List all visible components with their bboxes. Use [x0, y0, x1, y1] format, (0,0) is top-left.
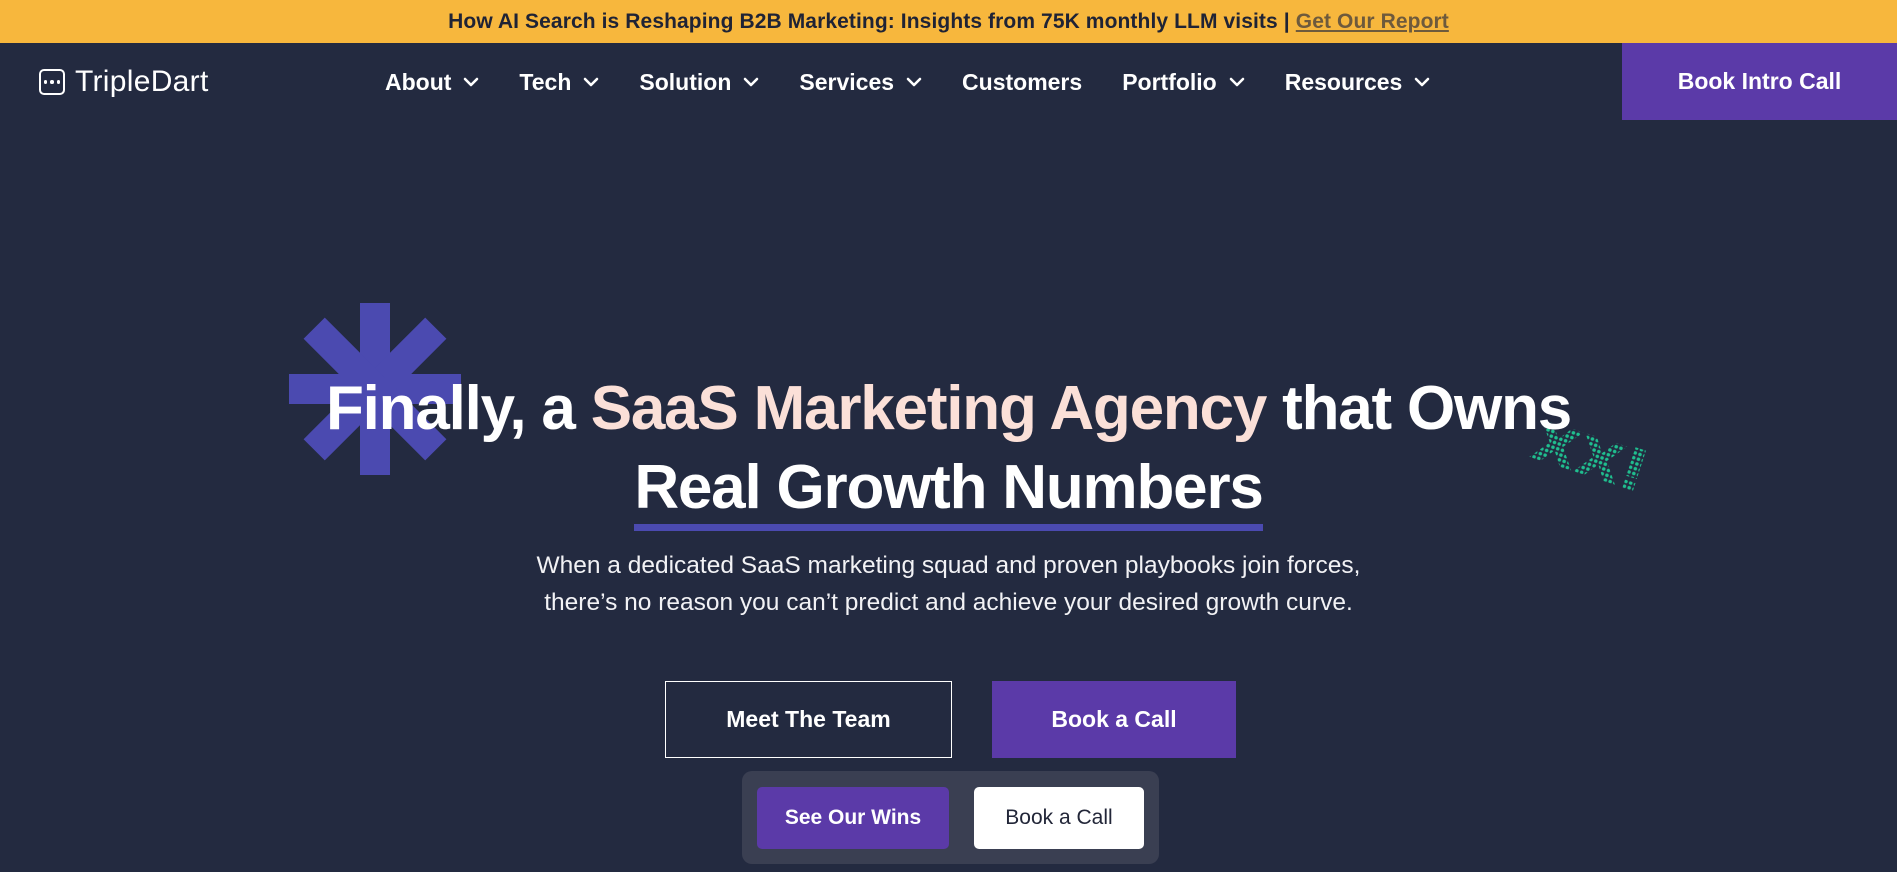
book-intro-call-button[interactable]: Book Intro Call [1622, 43, 1897, 120]
floating-cta-bar: See Our Wins Book a Call [742, 771, 1159, 864]
hero-title-line-2: Real Growth Numbers [0, 449, 1897, 531]
nav-item-about[interactable]: About [385, 69, 479, 96]
nav-item-services[interactable]: Services [799, 69, 922, 96]
chevron-down-icon [584, 77, 599, 87]
hero-title-accent: SaaS Marketing Agency [590, 374, 1268, 443]
nav-item-resources[interactable]: Resources [1285, 69, 1431, 96]
brand-name: TripleDart [75, 65, 209, 98]
hero-title-part-1: Finally, a [325, 374, 591, 443]
chevron-down-icon [744, 77, 759, 87]
nav-item-solution[interactable]: Solution [639, 69, 759, 96]
hero-title-part-2: that Owns [1266, 374, 1572, 443]
nav-item-label: Resources [1284, 68, 1403, 95]
nav-item-label: Solution [639, 68, 732, 95]
floating-book-a-call-button[interactable]: Book a Call [974, 787, 1144, 849]
hero-title-underlined: Real Growth Numbers [634, 452, 1264, 531]
nav-item-label: Customers [962, 68, 1083, 95]
hero-subtitle-line-1: When a dedicated SaaS marketing squad an… [536, 552, 1361, 579]
hero-title-line-1: Finally, a SaaS Marketing Agency that Ow… [0, 370, 1897, 448]
get-report-link[interactable]: Get Our Report [1296, 10, 1449, 34]
nav-item-label: About [385, 68, 452, 95]
nav-item-portfolio[interactable]: Portfolio [1122, 69, 1245, 96]
hero-subtitle-line-2: there’s no reason you can’t predict and … [544, 589, 1353, 616]
nav-item-label: Services [799, 68, 895, 95]
announcement-separator: | [1283, 9, 1290, 33]
navbar: TripleDart About Tech Solution Services … [0, 43, 1897, 121]
meet-the-team-button[interactable]: Meet The Team [665, 681, 952, 758]
nav-item-label: Portfolio [1122, 68, 1217, 95]
announcement-bar: How AI Search is Reshaping B2B Marketing… [0, 0, 1897, 43]
brand-logo[interactable]: TripleDart [39, 65, 209, 99]
nav-item-customers[interactable]: Customers [962, 69, 1082, 96]
announcement-text: How AI Search is Reshaping B2B Marketing… [448, 9, 1278, 33]
chevron-down-icon [906, 77, 922, 87]
chevron-down-icon [1229, 77, 1245, 87]
nav-item-label: Tech [519, 68, 572, 95]
main-nav: About Tech Solution Services Customers P… [385, 43, 1470, 121]
nav-item-tech[interactable]: Tech [519, 69, 599, 96]
logo-chat-icon [39, 69, 65, 95]
see-our-wins-button[interactable]: See Our Wins [757, 787, 949, 849]
chevron-down-icon [464, 77, 479, 87]
book-a-call-button[interactable]: Book a Call [992, 681, 1236, 758]
chevron-down-icon [1415, 77, 1430, 87]
